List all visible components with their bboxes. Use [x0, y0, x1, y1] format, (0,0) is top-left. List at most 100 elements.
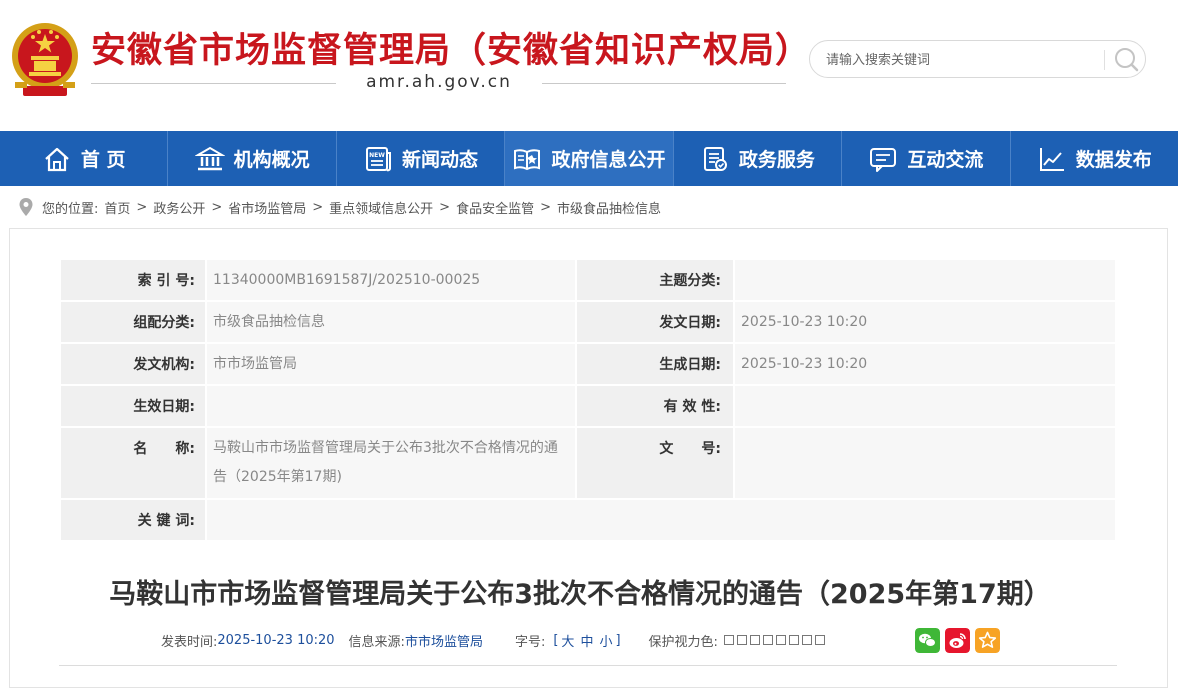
nav-item-home[interactable]: 首 页 — [0, 131, 169, 186]
source-value: 市市场监管局 — [404, 634, 483, 650]
table-row: 组配分类: 市级食品抽检信息 发文日期: 2025-10-23 10:20 — [59, 300, 1117, 344]
nav-item-label: 数据发布 — [1075, 149, 1152, 171]
eye-color-swatch[interactable] — [788, 635, 799, 645]
table-row: 索 引 号: 11340000MB1691587J/202510-00025 主… — [59, 258, 1117, 302]
font-size-label: 字号: — [514, 634, 546, 650]
publish-time-label: 发表时间: — [161, 634, 218, 650]
breadcrumb-separator: > — [136, 199, 148, 215]
document-name-value: 马鞍山市市场监督管理局关于公布3批次不合格情况的通告（2025年第17期) — [205, 426, 577, 500]
eye-protection-color-swatches — [723, 635, 828, 645]
nav-item-label: 政务服务 — [738, 149, 815, 171]
eye-color-swatch[interactable] — [762, 635, 773, 645]
national-emblem-icon[interactable] — [9, 20, 81, 98]
eye-color-swatch[interactable] — [749, 635, 760, 645]
publish-time-value: 2025-10-23 10:20 — [217, 632, 335, 648]
line-chart-icon — [1039, 147, 1064, 171]
breadcrumb-separator: > — [211, 199, 223, 215]
divider-line — [91, 83, 336, 84]
search-separator — [1104, 50, 1105, 70]
eye-color-swatch[interactable] — [814, 635, 825, 645]
institution-icon — [194, 146, 225, 170]
open-book-icon — [514, 148, 541, 170]
source-label: 信息来源: — [348, 634, 405, 650]
eye-color-swatch[interactable] — [775, 635, 786, 645]
font-size-small-button[interactable]: 小 — [599, 631, 612, 650]
group-label: 组配分类: — [59, 300, 207, 344]
site-header: 安徽省市场监督管理局（安徽省知识产权局） amr.ah.gov.cn — [0, 0, 1178, 131]
validity-value — [733, 384, 1117, 428]
wechat-icon[interactable] — [915, 628, 940, 653]
eye-color-swatch[interactable] — [801, 635, 812, 645]
breadcrumb-item[interactable]: 政务公开 — [153, 198, 205, 217]
issuing-org-value: 市市场监管局 — [205, 342, 577, 386]
nav-item-services[interactable]: 政务服务 — [674, 131, 843, 186]
breadcrumb: 您的位置: 首页 > 政务公开 > 省市场监管局 > 重点领域信息公开 > 食品… — [18, 196, 661, 218]
svg-text:NEW: NEW — [369, 152, 385, 159]
location-pin-icon — [19, 198, 33, 216]
document-number-value — [733, 426, 1117, 500]
breadcrumb-separator: > — [439, 199, 451, 215]
eye-color-swatch[interactable] — [736, 635, 747, 645]
nav-item-label: 新闻动态 — [402, 149, 479, 171]
nav-item-label: 首 页 — [80, 149, 126, 171]
font-size-medium-button[interactable]: 中 — [580, 631, 593, 650]
eye-protection-label: 保护视力色: — [648, 634, 718, 650]
issue-date-value: 2025-10-23 10:20 — [733, 300, 1117, 344]
divider-line — [542, 83, 786, 84]
topic-value — [733, 258, 1117, 302]
issuing-org-label: 发文机构: — [59, 342, 207, 386]
favorite-star-icon[interactable] — [975, 628, 1000, 653]
search-input[interactable] — [824, 49, 1098, 71]
topic-label: 主题分类: — [575, 258, 735, 302]
effective-date-label: 生效日期: — [59, 384, 207, 428]
nav-item-interaction[interactable]: 互动交流 — [842, 131, 1011, 186]
table-row: 生效日期: 有 效 性: — [59, 384, 1117, 428]
service-document-icon — [703, 146, 727, 171]
breadcrumb-separator: > — [312, 199, 324, 215]
breadcrumb-separator: > — [540, 199, 551, 215]
font-size-bracket-close: ] — [615, 632, 621, 648]
breadcrumb-item[interactable]: 省市场监管局 — [228, 198, 306, 217]
index-number-value: 11340000MB1691587J/202510-00025 — [205, 258, 577, 302]
search-icon[interactable] — [1110, 44, 1142, 74]
eye-color-swatch[interactable] — [723, 635, 734, 645]
weibo-icon[interactable] — [945, 628, 970, 653]
effective-date-value — [205, 384, 577, 428]
keywords-label: 关 键 词: — [59, 498, 207, 542]
nav-item-label: 互动交流 — [907, 149, 984, 171]
nav-item-label: 政府信息公开 — [551, 149, 666, 171]
content-divider — [59, 665, 1117, 666]
document-name-label: 名 称: — [59, 426, 207, 500]
generated-date-label: 生成日期: — [575, 342, 735, 386]
index-number-label: 索 引 号: — [59, 258, 207, 302]
generated-date-value: 2025-10-23 10:20 — [733, 342, 1117, 386]
nav-item-institution[interactable]: 机构概况 — [168, 131, 337, 186]
main-nav: 首 页 机构概况 NEW 新闻动态 政府信息公开 政务服务 互动交流 数据发布 — [0, 131, 1178, 186]
keywords-value — [205, 498, 1117, 542]
breadcrumb-item[interactable]: 重点领域信息公开 — [329, 198, 433, 217]
breadcrumb-prefix: 您的位置: — [42, 201, 99, 217]
table-row: 发文机构: 市市场监管局 生成日期: 2025-10-23 10:20 — [59, 342, 1117, 386]
nav-item-news[interactable]: NEW 新闻动态 — [337, 131, 506, 186]
site-title: 安徽省市场监督管理局（安徽省知识产权局） — [91, 31, 812, 71]
font-size-bracket-open: [ — [553, 632, 559, 648]
document-metadata-table: 索 引 号: 11340000MB1691587J/202510-00025 主… — [59, 258, 1117, 542]
site-domain: amr.ah.gov.cn — [366, 72, 512, 92]
news-icon: NEW — [366, 146, 392, 171]
breadcrumb-item[interactable]: 市级食品抽检信息 — [557, 198, 661, 217]
font-size-large-button[interactable]: 大 — [561, 631, 574, 650]
group-value: 市级食品抽检信息 — [205, 300, 577, 344]
nav-item-gov-info[interactable]: 政府信息公开 — [505, 131, 674, 186]
article-info-bar: 发表时间: 2025-10-23 10:20 信息来源: 市市场监管局 字号: … — [161, 629, 828, 651]
article-title: 马鞍山市市场监督管理局关于公布3批次不合格情况的通告（2025年第17期） — [109, 579, 1051, 610]
validity-label: 有 效 性: — [575, 384, 735, 428]
chat-icon — [870, 147, 897, 172]
search-box — [809, 40, 1146, 78]
table-row: 名 称: 马鞍山市市场监督管理局关于公布3批次不合格情况的通告（2025年第17… — [59, 426, 1117, 500]
issue-date-label: 发文日期: — [575, 300, 735, 344]
breadcrumb-item[interactable]: 首页 — [104, 198, 130, 217]
document-number-label: 文 号: — [575, 426, 735, 500]
nav-item-data[interactable]: 数据发布 — [1011, 131, 1178, 186]
breadcrumb-item[interactable]: 食品安全监管 — [456, 198, 534, 217]
table-row: 关 键 词: — [59, 498, 1117, 542]
